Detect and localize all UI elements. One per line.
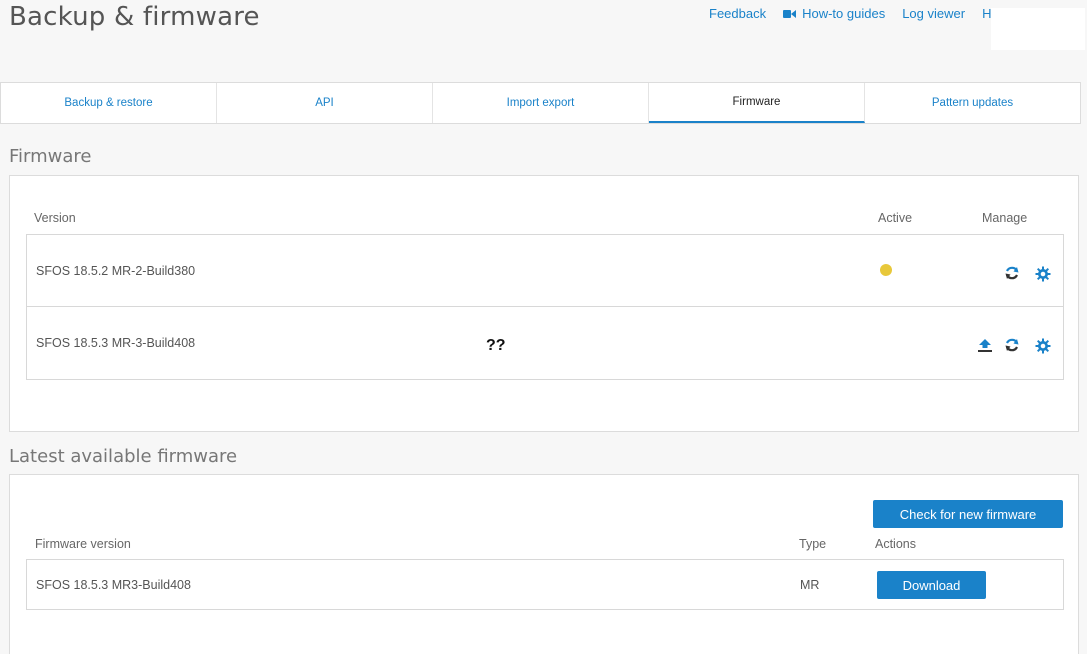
firmware-panel: Version Active Manage SFOS 18.5.2 MR-2-B… xyxy=(9,175,1079,432)
col-active-header: Active xyxy=(878,211,913,225)
latest-firmware-heading: Latest available firmware xyxy=(9,446,238,467)
firmware-version: SFOS 18.5.3 MR-3-Build408 xyxy=(36,336,196,350)
page-title: Backup & firmware xyxy=(9,2,260,32)
col-manage-header: Manage xyxy=(982,211,1028,225)
gear-icon[interactable] xyxy=(1035,338,1051,354)
firmware-version: SFOS 18.5.2 MR-2-Build380 xyxy=(36,264,196,278)
reboot-icon[interactable] xyxy=(1004,265,1020,281)
top-links: Feedback How-to guides Log viewer H xyxy=(709,6,1008,21)
firmware-heading: Firmware xyxy=(9,146,92,167)
latest-firmware-panel: Check for new firmware Firmware version … xyxy=(9,474,1079,654)
firmware-table: SFOS 18.5.2 MR-2-Build380 SFOS 18.5.3 MR… xyxy=(26,234,1064,380)
gear-icon[interactable] xyxy=(1035,266,1051,282)
latest-firmware-table: SFOS 18.5.3 MR3-Build408 MR Download xyxy=(26,559,1064,610)
log-viewer-link[interactable]: Log viewer xyxy=(902,6,965,21)
tab-firmware[interactable]: Firmware xyxy=(649,83,865,123)
col-version-header: Version xyxy=(34,211,76,225)
firmware-type: MR xyxy=(800,578,820,592)
tab-import-export[interactable]: Import export xyxy=(433,83,649,123)
upload-icon[interactable] xyxy=(977,338,993,354)
tab-api[interactable]: API xyxy=(217,83,433,123)
feedback-link[interactable]: Feedback xyxy=(709,6,766,21)
table-row: SFOS 18.5.2 MR-2-Build380 xyxy=(27,235,1063,307)
tab-bar: Backup & restore API Import export Firmw… xyxy=(0,82,1081,124)
howto-guides-link[interactable]: How-to guides xyxy=(783,6,885,21)
download-button[interactable]: Download xyxy=(877,571,986,599)
col-firmware-version-header: Firmware version xyxy=(35,537,131,551)
annotation-text: ?? xyxy=(486,337,506,354)
col-actions-header: Actions xyxy=(875,537,916,551)
firmware-version: SFOS 18.5.3 MR3-Build408 xyxy=(36,578,191,592)
check-new-firmware-button[interactable]: Check for new firmware xyxy=(873,500,1063,528)
tab-backup-restore[interactable]: Backup & restore xyxy=(1,83,217,123)
active-indicator xyxy=(880,264,892,276)
table-row: SFOS 18.5.3 MR-3-Build408 ?? xyxy=(27,307,1063,379)
video-camera-icon xyxy=(783,9,797,19)
header-overlay xyxy=(991,8,1085,50)
col-type-header: Type xyxy=(799,537,827,551)
reboot-icon[interactable] xyxy=(1004,337,1020,353)
tab-pattern-updates[interactable]: Pattern updates xyxy=(865,83,1080,123)
howto-guides-label: How-to guides xyxy=(802,6,886,21)
